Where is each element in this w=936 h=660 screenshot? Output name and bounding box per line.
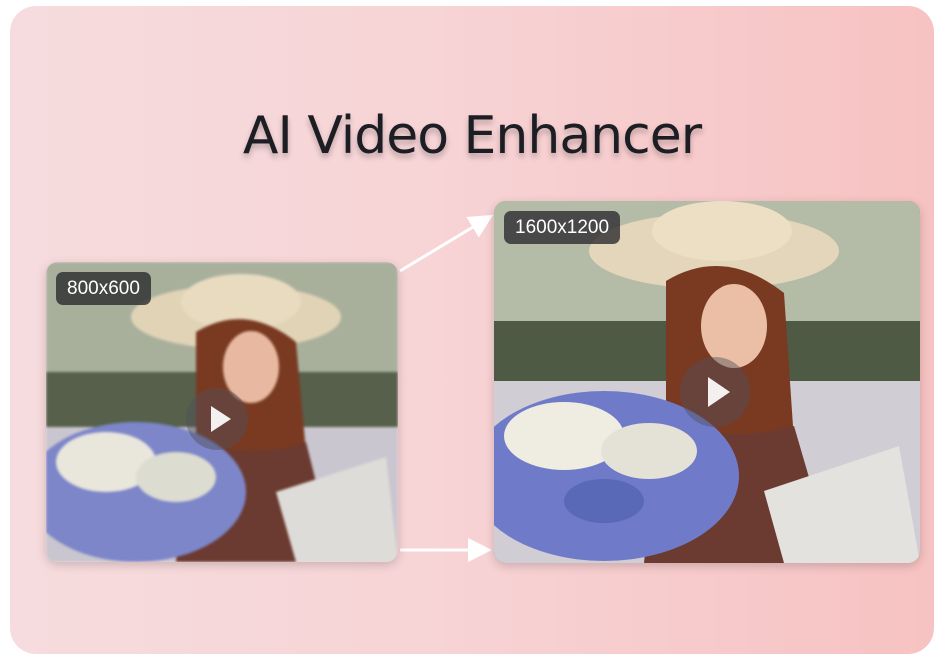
page-title: AI Video Enhancer bbox=[242, 106, 702, 166]
promo-card: AI Video Enhancer 800x600 1600x1200 bbox=[10, 6, 934, 654]
enhanced-video-thumbnail[interactable]: 1600x1200 bbox=[494, 201, 920, 563]
resolution-badge-original: 800x600 bbox=[56, 272, 151, 305]
original-video-thumbnail[interactable]: 800x600 bbox=[46, 262, 398, 562]
play-icon[interactable] bbox=[186, 388, 248, 450]
arrow-top-icon bbox=[399, 214, 494, 273]
play-icon[interactable] bbox=[680, 357, 750, 427]
resolution-badge-enhanced: 1600x1200 bbox=[504, 211, 621, 244]
